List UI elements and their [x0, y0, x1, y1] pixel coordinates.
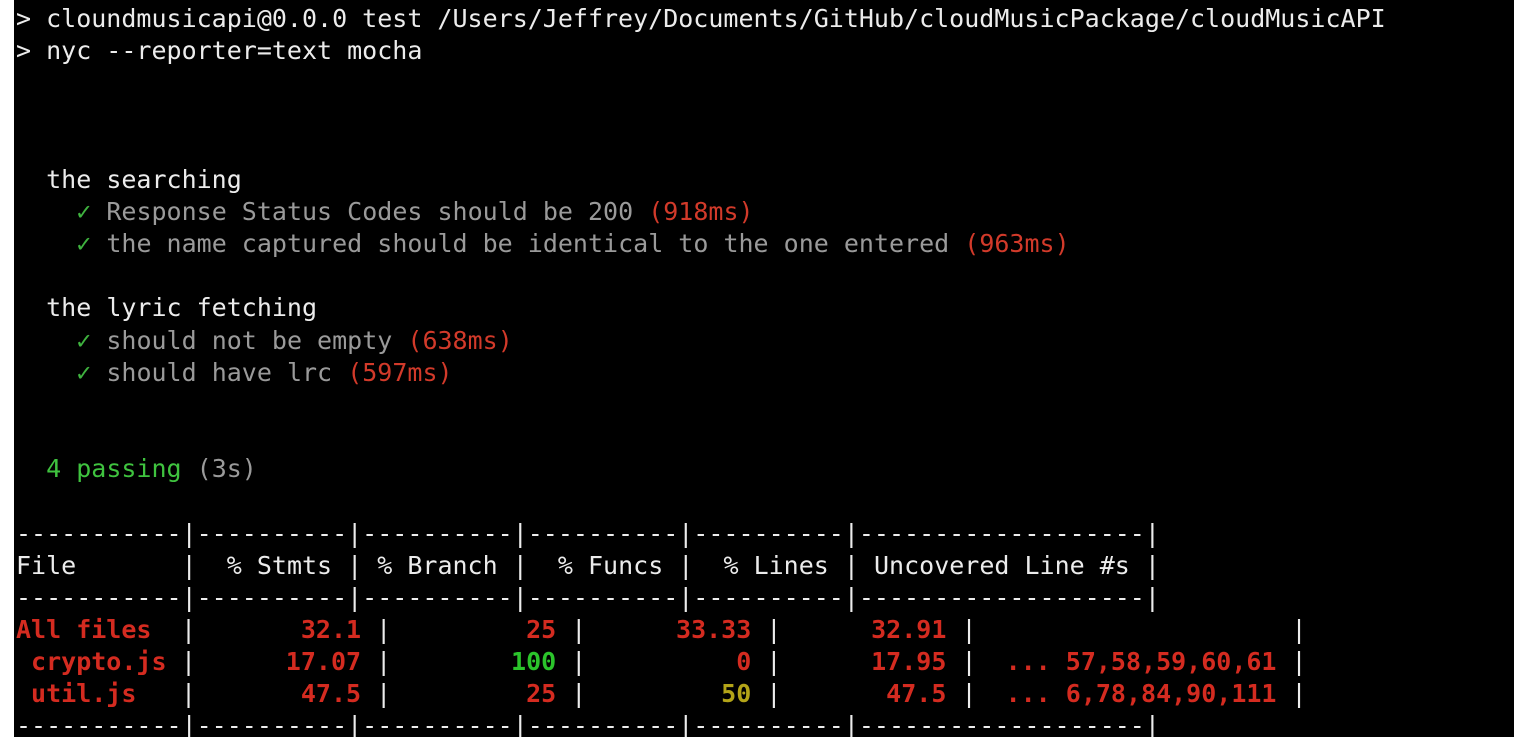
- branch-cell: 25: [526, 679, 557, 708]
- check-icon: ✓: [76, 358, 92, 387]
- file-cell: util.js: [16, 679, 137, 708]
- uncovered-cell: ... 57,58,59,60,61: [1005, 647, 1277, 676]
- table-header: % Stmts: [226, 551, 333, 580]
- table-row: util.js | 47.5 | 25 | 50 | 47.5 |... 6,78,84,…: [16, 679, 1307, 708]
- check-icon: ✓: [76, 229, 92, 258]
- branch-cell: 100: [511, 647, 557, 676]
- test-line: ✓ should not be empty (638ms): [16, 325, 513, 357]
- lines-cell: 47.5: [886, 679, 947, 708]
- funcs-cell: 50: [721, 679, 752, 708]
- branch-cell: 25: [526, 615, 557, 644]
- file-cell: crypto.js: [16, 647, 167, 676]
- test-duration: (597ms): [347, 358, 453, 387]
- test-duration: (918ms): [648, 197, 754, 226]
- test-line: ✓ the name captured should be identical …: [16, 228, 1070, 260]
- table-header-row: File | % Stmts | % Branch | % Funcs | % …: [16, 551, 1160, 580]
- suite-title-searching: the searching: [16, 164, 242, 196]
- test-duration: (638ms): [407, 326, 513, 355]
- uncovered-cell: ... 6,78,84,90,111: [1005, 679, 1277, 708]
- funcs-cell: 33.33: [676, 615, 752, 644]
- table-header: % Lines: [723, 551, 829, 580]
- test-line: ✓ should have lrc (597ms): [16, 357, 453, 389]
- table-header: % Funcs: [557, 551, 664, 580]
- suite-title: the searching: [46, 165, 242, 194]
- terminal-window[interactable]: > cloundmusicapi@0.0.0 test /Users/Jeffr…: [14, 0, 1514, 737]
- file-cell: All files: [16, 615, 152, 644]
- command-line-1: > cloundmusicapi@0.0.0 test /Users/Jeffr…: [16, 4, 1386, 33]
- table-header: % Branch: [377, 551, 498, 580]
- redaction-box: [350, 278, 534, 320]
- suite-title: the lyric fetching: [46, 293, 318, 322]
- test-line: ✓ Response Status Codes should be 200 (9…: [16, 196, 754, 228]
- passing-count: 4 passing: [46, 454, 182, 483]
- lines-cell: 32.91: [871, 615, 947, 644]
- total-time: (3s): [196, 454, 257, 483]
- passing-summary: 4 passing (3s): [16, 453, 257, 485]
- table-header: Uncovered Line #s: [873, 551, 1130, 580]
- suite-title-lyric: the lyric fetching: [16, 292, 317, 324]
- table-separator: -----------|----------|----------|------…: [16, 519, 1160, 548]
- table-separator: -----------|----------|----------|------…: [16, 583, 1160, 612]
- check-icon: ✓: [76, 326, 92, 355]
- table-row: All files | 32.1 | 25 | 33.33 | 32.91 | |: [16, 615, 1307, 644]
- test-name: should have lrc: [106, 358, 333, 387]
- table-header: File: [16, 551, 77, 580]
- funcs-cell: 0: [736, 647, 752, 676]
- stmts-cell: 32.1: [300, 615, 362, 644]
- lines-cell: 17.95: [871, 647, 947, 676]
- command-line-2: > nyc --reporter=text mocha: [16, 36, 423, 65]
- stmts-cell: 17.07: [285, 647, 362, 676]
- table-row: crypto.js | 17.07 | 100 | 0 | 17.95 |... 57,5…: [16, 647, 1307, 676]
- test-name: the name captured should be identical to…: [106, 229, 950, 258]
- redaction-box: [272, 155, 458, 195]
- test-name: should not be empty: [106, 326, 393, 355]
- table-separator: -----------|----------|----------|------…: [16, 711, 1160, 737]
- test-name: Response Status Codes should be 200: [106, 197, 634, 226]
- check-icon: ✓: [76, 197, 92, 226]
- test-duration: (963ms): [964, 229, 1070, 258]
- stmts-cell: 47.5: [300, 679, 362, 708]
